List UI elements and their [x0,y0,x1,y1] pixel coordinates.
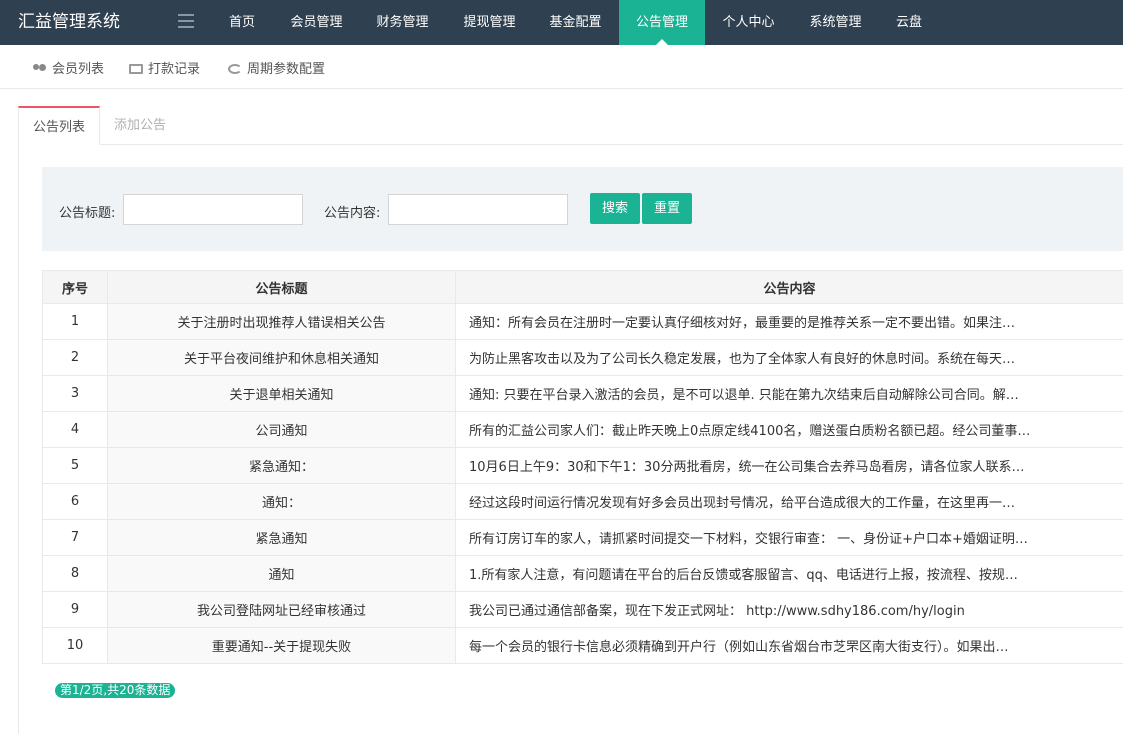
row-no: 9 [42,591,108,628]
tab-add-announcement[interactable]: 添加公告 [100,106,180,145]
row-no: 2 [42,339,108,376]
row-title: 关于平台夜间维护和休息相关通知 [107,339,456,376]
row-no: 3 [42,375,108,412]
reset-button[interactable]: 重置 [642,193,693,224]
nav-item-system[interactable]: 系统管理 [797,0,874,45]
sub-navbar: 会员列表 打款记录 周期参数配置 [0,45,1123,89]
row-no: 8 [42,555,108,592]
table-row[interactable]: 7 紧急通知 所有订房订车的家人，请抓紧时间提交一下材料，交银行审查： 一、身份证+… [42,519,1123,556]
tab-announcement-list[interactable]: 公告列表 [18,106,101,145]
row-content: 通知：所有会员在注册时一定要认真仔细核对好，最重要的是推荐关系一定不要出错。如果… [455,303,1123,340]
table-header-row: 序号 公告标题 公告内容 [42,270,1123,304]
tab-bar: 公告列表 添加公告 [18,106,1123,145]
row-title: 我公司登陆网址已经审核通过 [107,591,456,628]
table-row[interactable]: 10 重要通知--关于提现失败 每一个会员的银行卡信息必须精确到开户行（例如山东省烟… [42,627,1123,664]
nav-item-home[interactable]: 首页 [215,0,269,45]
table-row[interactable]: 3 关于退单相关通知 通知: 只要在平台录入激活的会员，是不可以退单. 只能在第九次… [42,375,1123,412]
subnav-label: 会员列表 [52,62,105,77]
row-title: 紧急通知： [107,447,456,484]
title-label: 公告标题: [59,206,116,221]
nav-item-cloud[interactable]: 云盘 [886,0,932,45]
header-no: 序号 [42,270,108,304]
row-content: 所有的汇益公司家人们：截止昨天晚上0点原定线4100名，赠送蛋白质粉名额已超。经… [455,411,1123,448]
row-content: 经过这段时间运行情况发现有好多会员出现封号情况，给平台造成很大的工作量，在这里再… [455,483,1123,520]
top-navbar: 汇益管理系统 首页 会员管理 财务管理 提现管理 基金配置 公告管理 个人中心 … [0,0,1123,45]
row-no: 1 [42,303,108,340]
nav-item-profile[interactable]: 个人中心 [710,0,787,45]
subnav-payment-records[interactable]: 打款记录 [129,45,200,89]
row-content: 为防止黑客攻击以及为了公司长久稳定发展，也为了全体家人有良好的休息时间。系统在每… [455,339,1123,376]
content-label: 公告内容: [324,206,381,221]
subnav-cycle-config[interactable]: 周期参数配置 [228,45,325,89]
nav-item-announcements[interactable]: 公告管理 [619,0,705,45]
search-button[interactable]: 搜索 [590,193,641,224]
nav-item-finance[interactable]: 财务管理 [364,0,441,45]
row-title: 公司通知 [107,411,456,448]
content-search-input[interactable] [388,194,568,225]
header-content: 公告内容 [455,270,1123,304]
row-title: 关于退单相关通知 [107,375,456,412]
nav-item-withdraw[interactable]: 提现管理 [451,0,528,45]
row-no: 7 [42,519,108,556]
row-content: 我公司已通过通信部备案，现在下发正式网址： http://www.sdhy186… [455,591,1123,628]
table-row[interactable]: 8 通知 1.所有家人注意，有问题请在平台的后台反馈或客服留言、qq、电话进行上报，… [42,555,1123,592]
row-no: 10 [42,627,108,664]
menu-toggle-icon[interactable] [178,14,194,28]
row-content: 10月6日上午9：30和下午1：30分两批看房，统一在公司集合去养马岛看房，请各… [455,447,1123,484]
table-row[interactable]: 1 关于注册时出现推荐人错误相关公告 通知：所有会员在注册时一定要认真仔细核对好，最… [42,303,1123,340]
row-content: 1.所有家人注意，有问题请在平台的后台反馈或客服留言、qq、电话进行上报，按流程… [455,555,1123,592]
table-row[interactable]: 2 关于平台夜间维护和休息相关通知 为防止黑客攻击以及为了公司长久稳定发展，也为了全… [42,339,1123,376]
table-row[interactable]: 6 通知： 经过这段时间运行情况发现有好多会员出现封号情况，给平台造成很大的工作量，… [42,483,1123,520]
nav-item-members[interactable]: 会员管理 [278,0,355,45]
refresh-icon [228,64,242,74]
table-row[interactable]: 4 公司通知 所有的汇益公司家人们：截止昨天晚上0点原定线4100名，赠送蛋白质粉名… [42,411,1123,448]
row-title: 紧急通知 [107,519,456,556]
row-no: 5 [42,447,108,484]
subnav-member-list[interactable]: 会员列表 [33,45,104,89]
app-title: 汇益管理系统 [18,12,120,32]
card-icon [129,64,143,74]
announcement-table: 序号 公告标题 公告内容 1 关于注册时出现推荐人错误相关公告 通知：所有会员在注册… [42,270,1123,664]
row-title: 通知 [107,555,456,592]
title-search-input[interactable] [123,194,303,225]
header-title: 公告标题 [107,270,456,304]
subnav-label: 周期参数配置 [247,62,326,77]
row-content: 通知: 只要在平台录入激活的会员，是不可以退单. 只能在第九次结束后自动解除公司… [455,375,1123,412]
row-title: 重要通知--关于提现失败 [107,627,456,664]
nav-item-fund-config[interactable]: 基金配置 [537,0,614,45]
row-title: 关于注册时出现推荐人错误相关公告 [107,303,456,340]
pagination-info: 第1/2页,共20条数据 [55,683,176,698]
subnav-label: 打款记录 [148,62,201,77]
row-no: 4 [42,411,108,448]
panel-border [18,145,19,734]
row-title: 通知： [107,483,456,520]
search-panel: 公告标题: 公告内容: 搜索 重置 [42,167,1123,251]
row-content: 每一个会员的银行卡信息必须精确到开户行（例如山东省烟台市芝罘区南大街支行）。如果… [455,627,1123,664]
users-icon [33,64,47,74]
table-row[interactable]: 5 紧急通知： 10月6日上午9：30和下午1：30分两批看房，统一在公司集合去养马… [42,447,1123,484]
table-row[interactable]: 9 我公司登陆网址已经审核通过 我公司已通过通信部备案，现在下发正式网址： http… [42,591,1123,628]
row-no: 6 [42,483,108,520]
row-content: 所有订房订车的家人，请抓紧时间提交一下材料，交银行审查： 一、身份证+户口本+婚… [455,519,1123,556]
